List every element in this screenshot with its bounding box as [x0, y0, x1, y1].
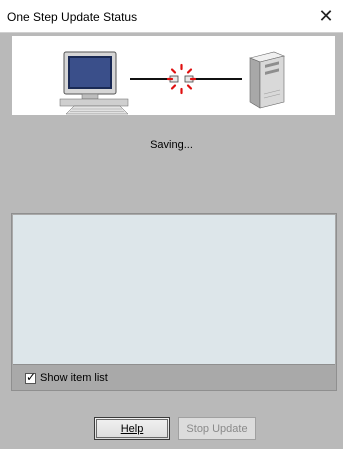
network-connection-icon: [130, 63, 242, 95]
stop-update-button-label: Stop Update: [186, 422, 248, 435]
close-icon: ✕: [318, 6, 334, 26]
item-list-panel: ✓ Show item list: [11, 213, 337, 391]
stop-update-button[interactable]: Stop Update: [178, 417, 256, 440]
show-item-list-label: Show item list: [40, 372, 108, 384]
status-message: Saving...: [150, 139, 193, 151]
show-item-list-checkbox[interactable]: ✓: [25, 369, 37, 384]
title-bar: One Step Update Status ✕: [0, 0, 343, 33]
window-title: One Step Update Status: [7, 10, 138, 24]
help-button-label: Help: [120, 422, 144, 435]
checkmark-icon: ✓: [26, 369, 37, 384]
server-tower-icon: [249, 51, 285, 109]
connection-banner: [12, 36, 335, 115]
close-button[interactable]: ✕: [309, 0, 343, 33]
show-item-list-option[interactable]: ✓ Show item list: [25, 369, 108, 385]
item-list[interactable]: [13, 215, 335, 365]
desktop-computer-icon: [59, 51, 129, 115]
help-button[interactable]: Help: [94, 417, 170, 440]
